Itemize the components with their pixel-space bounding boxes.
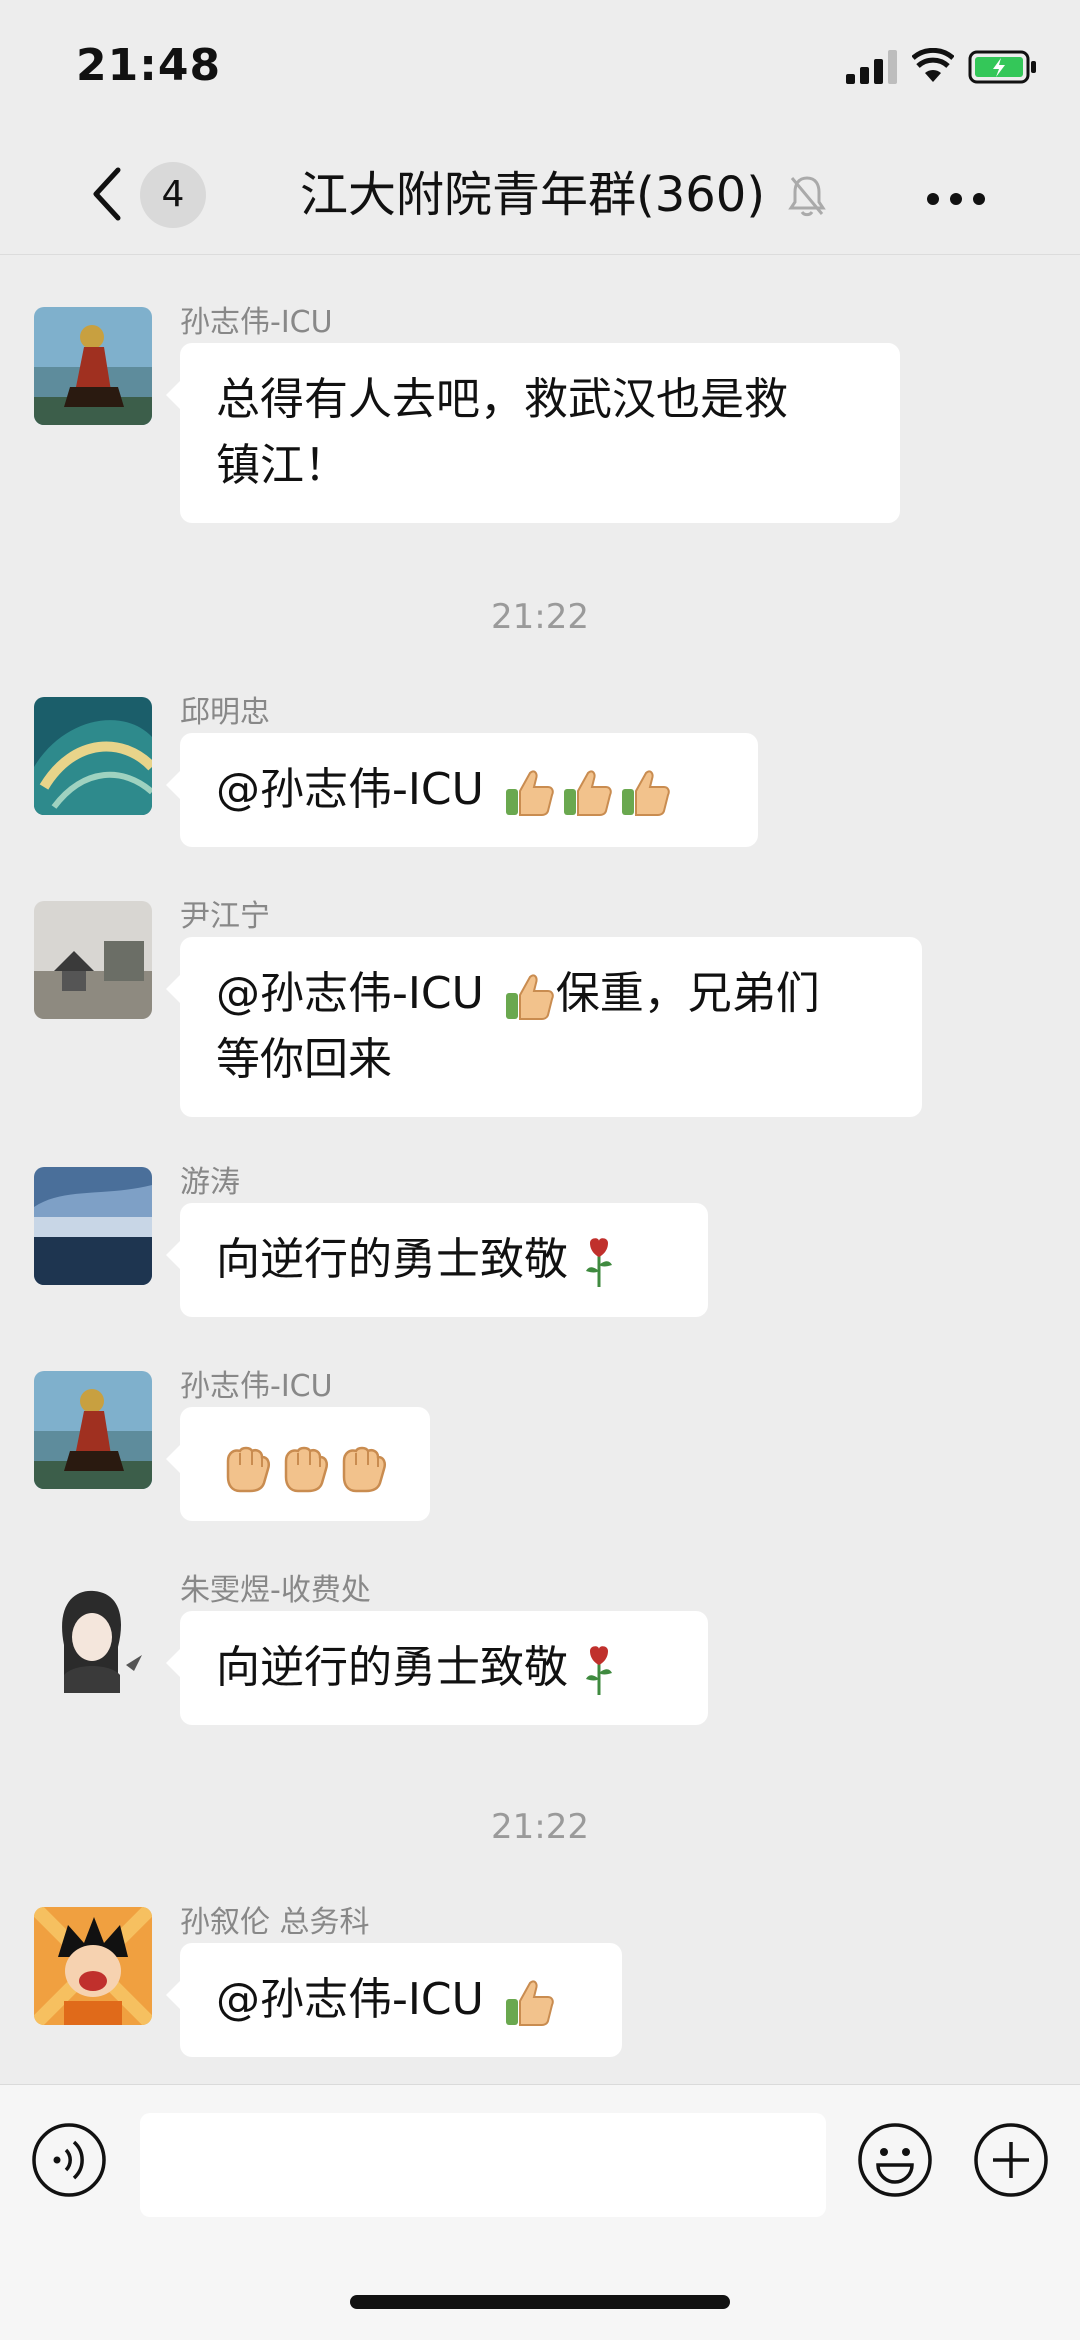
home-indicator[interactable] [350, 2295, 730, 2309]
message-text: 向逆行的勇士致敬 [216, 1234, 568, 1285]
rose-icon [586, 1238, 612, 1287]
thumbs-up-icon [505, 1980, 554, 2026]
voice-icon[interactable] [30, 2121, 108, 2199]
fist-icon [226, 1446, 270, 1493]
sender-name: 孙志伟-ICU [180, 1369, 333, 1404]
message-bubble[interactable]: 向逆行的勇士致敬 [166, 1203, 708, 1317]
bell-off-icon [788, 176, 826, 217]
message-bubble[interactable]: 向逆行的勇士致敬 [166, 1611, 708, 1725]
thumbs-up-icon [621, 770, 670, 816]
avatar[interactable] [34, 901, 152, 1019]
signal-icon [846, 50, 897, 84]
message-text: @孙志伟-ICU [216, 1974, 498, 2025]
thumbs-up-icon [505, 974, 554, 1020]
message-text: 保重，兄弟们 [555, 968, 820, 1019]
input-bar [0, 2084, 1080, 2340]
status-bar: 21:48 [0, 0, 1080, 140]
avatar[interactable] [34, 1371, 152, 1489]
chat-messages: 孙志伟-ICU 总得有人去吧，救武汉也是救 镇江！ 21:22 邱明忠 @孙志伟… [0, 255, 1080, 2085]
message-bubble[interactable]: @孙志伟-ICU [166, 733, 758, 847]
avatar[interactable] [34, 1167, 152, 1285]
sender-name: 朱雯煜-收费处 [180, 1573, 371, 1608]
message-text: 向逆行的勇士致敬 [216, 1642, 568, 1693]
status-time: 21:48 [76, 40, 222, 91]
sender-name: 尹江宁 [180, 899, 270, 934]
message-bubble[interactable]: 总得有人去吧，救武汉也是救 镇江！ [166, 343, 900, 523]
sender-name: 孙叙伦 总务科 [180, 1905, 370, 1940]
message-bubble[interactable]: @孙志伟-ICU 保重，兄弟们 等你回来 [166, 937, 922, 1117]
timestamp: 21:22 [491, 1807, 589, 1847]
rose-icon [586, 1646, 612, 1695]
message-input[interactable] [140, 2113, 826, 2217]
smile-icon[interactable] [856, 2121, 934, 2199]
avatar[interactable] [34, 1907, 152, 2025]
message-text: @孙志伟-ICU [216, 968, 498, 1019]
plus-icon[interactable] [972, 2121, 1050, 2199]
chat-header: 4 江大附院青年群(360) [0, 140, 1080, 255]
thumbs-up-icon [563, 770, 612, 816]
fist-icon [284, 1446, 328, 1493]
avatar[interactable] [34, 307, 152, 425]
wifi-icon [912, 48, 954, 82]
sender-name: 游涛 [180, 1165, 240, 1200]
message-bubble[interactable]: @孙志伟-ICU [166, 1943, 622, 2057]
thumbs-up-icon [505, 770, 554, 816]
timestamp: 21:22 [491, 597, 589, 637]
more-icon[interactable] [926, 192, 986, 206]
message-bubble[interactable] [166, 1407, 430, 1521]
message-text: 等你回来 [216, 1034, 392, 1085]
message-text: @孙志伟-ICU [216, 764, 498, 815]
sender-name: 孙志伟-ICU [180, 305, 333, 340]
chevron-left-icon[interactable] [86, 164, 126, 224]
avatar[interactable] [34, 1575, 152, 1693]
battery-icon [968, 50, 1036, 84]
fist-icon [342, 1446, 386, 1493]
unread-badge[interactable]: 4 [140, 162, 206, 228]
chat-title[interactable]: 江大附院青年群(360) [300, 162, 765, 228]
avatar[interactable] [34, 697, 152, 815]
sender-name: 邱明忠 [180, 695, 270, 730]
